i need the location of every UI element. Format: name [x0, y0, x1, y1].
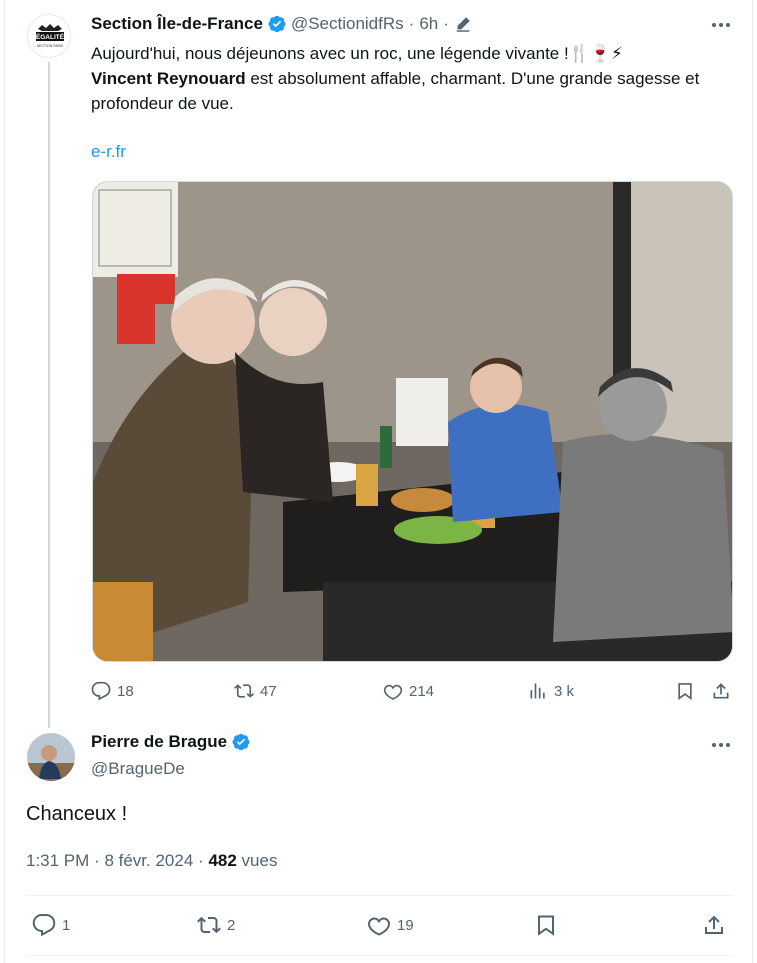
- share-icon: [713, 683, 729, 699]
- separator-dot-2: ·: [443, 14, 449, 33]
- tweet-link[interactable]: e-r.fr: [91, 142, 126, 162]
- views-button[interactable]: 3 k: [528, 681, 574, 701]
- reply-author-name[interactable]: Pierre de Brague: [91, 732, 227, 752]
- repost-button[interactable]: 47: [234, 681, 277, 701]
- divider-bottom: [26, 955, 733, 956]
- reply-author-handle[interactable]: @BragueDe: [91, 759, 185, 779]
- reply-reply-count: 1: [62, 916, 71, 934]
- verified-badge-icon: [232, 733, 250, 751]
- reply-views-label: vues: [241, 851, 278, 870]
- reply-reply-button[interactable]: 1: [32, 913, 70, 937]
- reply-author-avatar[interactable]: [27, 733, 75, 781]
- reply-count: 18: [117, 682, 134, 700]
- verified-badge-icon: [268, 15, 286, 33]
- tweet-photo[interactable]: [92, 181, 733, 662]
- more-icon[interactable]: [712, 23, 730, 27]
- thread-connector-line: [48, 62, 50, 728]
- bookmark-icon: [538, 915, 554, 936]
- share-button[interactable]: [711, 681, 731, 701]
- tweet-actions-bar: 18 47 214 3 k: [91, 680, 741, 702]
- tweet-text-line-1: Aujourd'hui, nous déjeunons avec un roc,…: [91, 44, 623, 63]
- reply-views-count: 482: [208, 851, 237, 870]
- tweet-text-bold-name: Vincent Reynouard: [91, 69, 246, 88]
- section-logo-avatar: ÉGALITÉ SECTION PARIS: [28, 15, 70, 57]
- author-handle[interactable]: @SectionidfRs: [291, 14, 404, 34]
- edit-pencil-icon[interactable]: [454, 15, 472, 33]
- views-icon: [530, 683, 545, 699]
- share-icon: [705, 915, 723, 934]
- tweet-time[interactable]: 6h: [419, 14, 438, 34]
- reply-like-button[interactable]: 19: [367, 913, 414, 937]
- reply-text: Chanceux !: [26, 803, 128, 825]
- separator-dot: ·: [94, 851, 100, 870]
- separator-dot-2: ·: [198, 851, 204, 870]
- bookmark-icon: [678, 683, 692, 700]
- frame-border-left: [4, 0, 5, 963]
- reply-button[interactable]: 18: [91, 681, 134, 701]
- author-avatar[interactable]: ÉGALITÉ SECTION PARIS: [27, 14, 71, 58]
- reply-avatar-photo: [27, 733, 75, 781]
- tweet-text-line-2: Vincent Reynouard est absolument affable…: [91, 66, 731, 116]
- views-count: 3 k: [554, 682, 575, 700]
- tweet-body: Aujourd'hui, nous déjeunons avec un roc,…: [91, 41, 731, 116]
- author-name[interactable]: Section Île-de-France: [91, 14, 263, 34]
- repost-icon: [197, 916, 221, 934]
- reply-date[interactable]: 8 févr. 2024: [104, 851, 193, 870]
- svg-text:SECTION PARIS: SECTION PARIS: [37, 44, 64, 48]
- reply-actions-bar: 1 2 19: [32, 912, 732, 938]
- like-count: 214: [409, 682, 435, 700]
- reply-meta: 1:31 PM · 8 févr. 2024 · 482 vues: [26, 851, 277, 871]
- like-icon: [383, 684, 403, 700]
- restaurant-photo-image: [93, 182, 732, 661]
- reply-header: Pierre de Brague: [91, 732, 255, 752]
- reply-repost-button[interactable]: 2: [197, 913, 235, 937]
- like-icon: [367, 917, 391, 936]
- reply-share-button[interactable]: [702, 913, 726, 937]
- reply-time[interactable]: 1:31 PM: [26, 851, 89, 870]
- repost-icon: [234, 684, 254, 698]
- reply-repost-count: 2: [227, 916, 236, 934]
- reply-bookmark-button[interactable]: [534, 913, 558, 937]
- svg-text:ÉGALITÉ: ÉGALITÉ: [36, 32, 65, 41]
- bookmark-button[interactable]: [675, 681, 695, 701]
- separator-dot: ·: [408, 14, 415, 33]
- frame-border-right: [752, 0, 753, 963]
- repost-count: 47: [260, 682, 277, 700]
- more-icon[interactable]: [712, 743, 730, 747]
- reply-icon: [91, 681, 111, 701]
- divider: [26, 895, 733, 896]
- reply-like-count: 19: [397, 916, 414, 934]
- like-button[interactable]: 214: [383, 681, 434, 701]
- tweet-header: Section Île-de-France @SectionidfRs · 6h…: [91, 14, 472, 34]
- reply-icon: [32, 914, 56, 937]
